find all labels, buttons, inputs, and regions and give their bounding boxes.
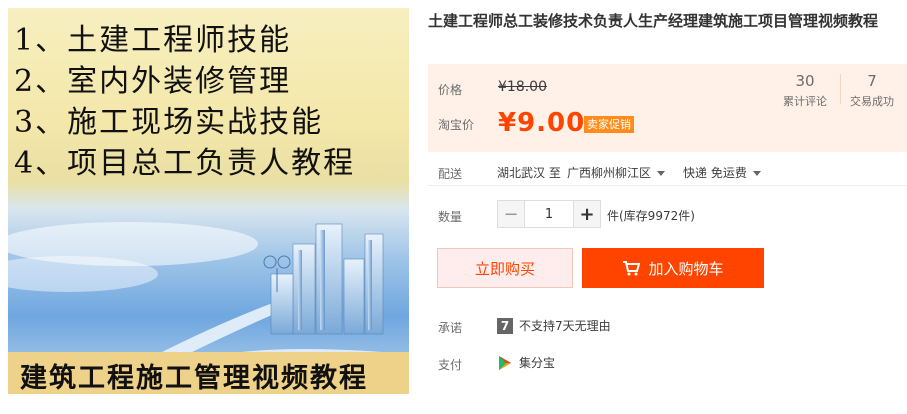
- cover-line: 2、室内外装修管理: [14, 64, 292, 99]
- chevron-down-icon: [657, 171, 666, 176]
- shipping-label: 配送: [438, 167, 463, 181]
- stat-transactions-label: 交易成功: [850, 95, 894, 108]
- chevron-down-icon: [752, 171, 761, 176]
- cover-bottom-banner: 建筑工程施工管理视频教程: [8, 352, 409, 394]
- stat-reviews-label: 累计评论: [783, 95, 827, 108]
- promise-label: 承诺: [438, 321, 463, 335]
- shipping-method-select[interactable]: 快递 免运费: [683, 164, 761, 181]
- payment-text: 集分宝: [519, 356, 556, 370]
- city-skyline-illustration: [8, 222, 409, 364]
- shipping-destination: 广西柳州柳江区: [567, 166, 652, 180]
- divider: [428, 185, 907, 186]
- original-price: ¥18.00: [498, 79, 547, 95]
- promo-price-label: 淘宝价: [438, 118, 475, 132]
- quantity-label: 数量: [438, 210, 463, 224]
- payment-label: 支付: [438, 358, 463, 372]
- cover-line: 1、土建工程师技能: [14, 23, 292, 58]
- shipping-from: 湖北武汉 至: [497, 166, 561, 180]
- promise-row[interactable]: 7 不支持7天无理由: [497, 317, 611, 334]
- add-to-cart-button[interactable]: 加入购物车: [582, 248, 764, 288]
- stock-text: 件(库存9972件): [607, 209, 695, 223]
- promo-price: ¥9.00: [498, 108, 586, 138]
- stat-transactions[interactable]: 7 交易成功: [840, 72, 904, 109]
- add-to-cart-label: 加入购物车: [648, 259, 724, 278]
- promo-badge: 卖家促销: [584, 116, 634, 133]
- cover-text-block: 1、土建工程师技能 2、室内外装修管理 3、施工现场实战技能 4、项目总工负责人…: [14, 20, 355, 184]
- shipping-method: 快递 免运费: [683, 166, 747, 180]
- product-title: 土建工程师总工装修技术负责人生产经理建筑施工项目管理视频教程: [428, 12, 879, 30]
- cover-line: 4、项目总工负责人教程: [14, 146, 356, 181]
- jifenbao-icon: [499, 355, 511, 370]
- promise-text: 不支持7天无理由: [519, 319, 611, 333]
- quantity-stepper: − +: [497, 200, 601, 228]
- cover-bottom-text: 建筑工程施工管理视频教程: [20, 363, 368, 394]
- price-panel: 价格 ¥18.00 淘宝价 ¥9.00 卖家促销 30 累计评论 7 交易成功: [428, 64, 907, 152]
- cover-line: 3、施工现场实战技能: [14, 105, 324, 140]
- stat-transactions-count: 7: [867, 72, 877, 90]
- cart-icon: [623, 261, 641, 276]
- stat-reviews[interactable]: 30 累计评论: [773, 72, 837, 109]
- product-image[interactable]: 1、土建工程师技能 2、室内外装修管理 3、施工现场实战技能 4、项目总工负责人…: [8, 8, 409, 394]
- buy-now-button[interactable]: 立即购买: [437, 248, 573, 288]
- quantity-input[interactable]: [524, 201, 574, 227]
- shipping-destination-select[interactable]: 广西柳州柳江区: [567, 164, 666, 181]
- seven-day-icon: 7: [497, 317, 513, 334]
- decrease-quantity-button[interactable]: −: [498, 201, 524, 227]
- payment-row[interactable]: 集分宝: [497, 354, 555, 371]
- stat-reviews-count: 30: [795, 72, 815, 90]
- price-label: 价格: [438, 83, 463, 97]
- increase-quantity-button[interactable]: +: [574, 201, 600, 227]
